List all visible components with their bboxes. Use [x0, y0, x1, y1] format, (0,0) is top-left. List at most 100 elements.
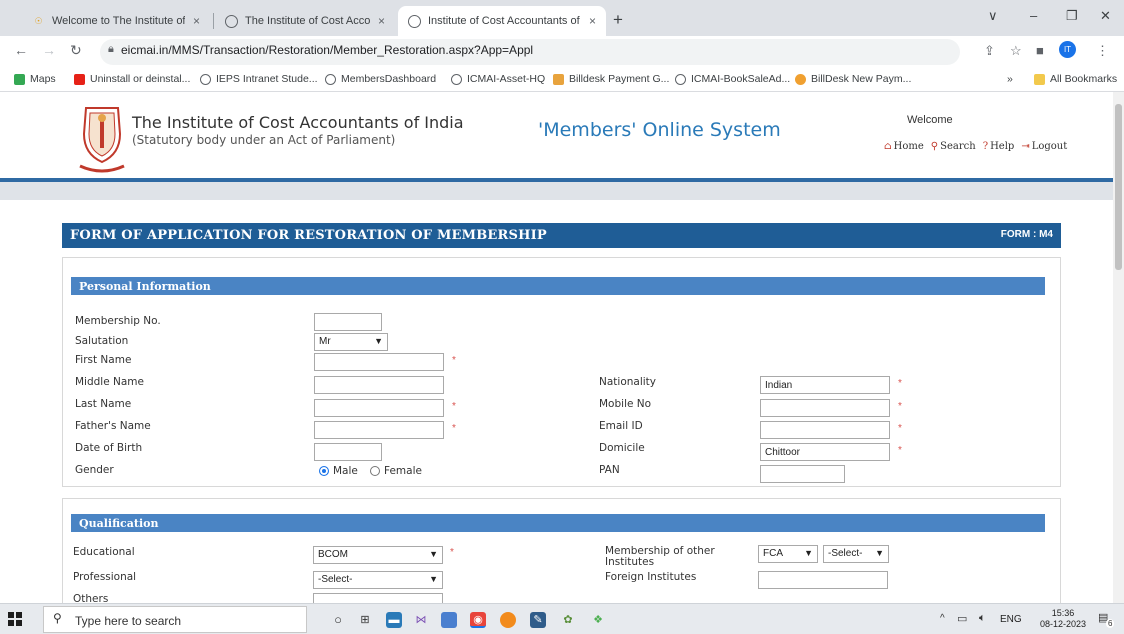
fathers-name-input[interactable] [314, 421, 444, 439]
firefox-icon[interactable] [500, 612, 516, 628]
notification-badge: 6 [1106, 619, 1115, 628]
dob-input[interactable] [314, 443, 382, 461]
salutation-select[interactable]: Mr ▼ [314, 333, 388, 351]
required-mark: * [452, 355, 456, 366]
middle-name-label: Middle Name [75, 376, 144, 388]
top-links: ⌂ Home ⚲ Search ? Help ⇥ Logout [884, 141, 1067, 152]
gender-male-label: Male [333, 465, 358, 477]
lock-icon[interactable]: 🔒︎ [108, 43, 114, 56]
tab-active-restoration[interactable]: Institute of Cost Accountants of × [398, 6, 606, 36]
pan-label: PAN [599, 464, 620, 476]
gender-female-radio[interactable] [370, 466, 380, 476]
chevron-down-icon: ▼ [429, 549, 438, 559]
help-link[interactable]: ? Help [983, 141, 1015, 152]
bookmark-billdesk-new[interactable]: BillDesk New Paym... [795, 73, 911, 85]
bookmark-booksale[interactable]: ICMAI-BookSaleAd... [675, 73, 790, 85]
scrollbar-thumb[interactable] [1115, 104, 1122, 270]
required-mark: * [898, 378, 902, 389]
middle-name-input[interactable] [314, 376, 444, 394]
volume-icon[interactable]: 🔈︎ [979, 612, 986, 625]
task-view-icon[interactable]: ⊞ [357, 612, 373, 628]
reload-icon[interactable]: ↻ [70, 42, 82, 59]
restore-button[interactable]: ❐ [1066, 8, 1078, 24]
chrome-icon[interactable]: ◉ [470, 612, 486, 628]
search-link[interactable]: ⚲ Search [931, 141, 976, 152]
cortana-icon[interactable]: ○ [330, 612, 346, 628]
bookmark-ieps[interactable]: IEPS Intranet Stude... [200, 73, 318, 85]
clock[interactable]: 15:36 08-12-2023 [1040, 608, 1086, 630]
gender-label: Gender [75, 464, 114, 476]
notepad-icon[interactable]: ✎ [530, 612, 546, 628]
tray-chevron-icon[interactable]: ^ [940, 613, 945, 624]
others-input[interactable] [313, 593, 443, 603]
back-arrow-icon[interactable]: ← [14, 42, 28, 58]
close-window-button[interactable]: ✕ [1100, 8, 1111, 24]
tab-close-icon[interactable]: × [589, 14, 596, 28]
educational-select[interactable]: BCOM ▼ [313, 546, 443, 564]
tab-welcome[interactable]: ☉ Welcome to The Institute of Cos × [22, 6, 210, 36]
pan-input[interactable] [760, 465, 845, 483]
folder-icon [1034, 73, 1045, 85]
email-input[interactable] [760, 421, 890, 439]
tab-bar: ☉ Welcome to The Institute of Cos × The … [0, 0, 1124, 36]
required-mark: * [898, 423, 902, 434]
bookmark-star-icon[interactable]: ☆ [1010, 43, 1022, 59]
tab-search-icon[interactable]: ∨ [988, 8, 998, 24]
paint-icon[interactable]: ✿ [560, 612, 576, 628]
first-name-input[interactable] [314, 353, 444, 371]
fathers-name-label: Father's Name [75, 420, 151, 432]
forward-arrow-icon[interactable]: → [42, 42, 56, 58]
tab-close-icon[interactable]: × [193, 14, 200, 28]
network-icon[interactable]: ▭ [957, 612, 967, 625]
url-text[interactable]: eicmai.in/MMS/Transaction/Restoration/Me… [121, 43, 533, 57]
bookmark-members-dashboard[interactable]: MembersDashboard [325, 73, 436, 85]
windows-start-icon[interactable] [8, 612, 22, 626]
all-bookmarks[interactable]: All Bookmarks [1034, 73, 1117, 85]
file-explorer-icon[interactable]: ▬ [386, 612, 402, 628]
header-band [0, 182, 1113, 200]
institute-favicon-icon: ☉ [34, 15, 43, 26]
bookmark-billdesk-payment[interactable]: Billdesk Payment G... [553, 73, 669, 85]
tab-close-icon[interactable]: × [378, 14, 385, 28]
first-name-label: First Name [75, 354, 132, 366]
side-panel-icon[interactable]: ■ [1036, 43, 1044, 58]
form-header: FORM OF APPLICATION FOR RESTORATION OF M… [62, 223, 1061, 248]
tab-institute[interactable]: The Institute of Cost Accountant × [215, 6, 395, 36]
last-name-input[interactable] [314, 399, 444, 417]
visual-studio-icon[interactable]: ⋈ [413, 612, 429, 628]
mobile-input[interactable] [760, 399, 890, 417]
bookmark-maps[interactable]: Maps [14, 73, 56, 85]
home-link[interactable]: ⌂ Home [884, 141, 924, 152]
profile-avatar[interactable]: IT [1059, 41, 1076, 58]
minimize-button[interactable]: – [1030, 8, 1037, 23]
new-tab-button[interactable]: + [613, 10, 623, 30]
gender-male-radio[interactable] [319, 466, 329, 476]
dob-label: Date of Birth [75, 442, 143, 454]
foreign-institutes-input[interactable] [758, 571, 888, 589]
membership-other-select-1[interactable]: FCA ▼ [758, 545, 818, 563]
billdesk-icon [553, 73, 564, 85]
required-mark: * [450, 547, 454, 558]
nationality-input[interactable]: Indian [760, 376, 890, 394]
share-icon[interactable]: ⇪ [984, 43, 995, 59]
membership-other-select-2[interactable]: -Select- ▼ [823, 545, 889, 563]
professional-select[interactable]: -Select- ▼ [313, 571, 443, 589]
globe-icon [325, 73, 336, 85]
professional-label: Professional [73, 571, 137, 583]
search-icon: ⚲ [930, 141, 939, 152]
membership-no-input[interactable] [314, 313, 382, 331]
menu-dots-icon[interactable]: ⋮ [1096, 43, 1109, 59]
domicile-input[interactable]: Chittoor [760, 443, 890, 461]
bookmarks-overflow-button[interactable]: » [1007, 73, 1013, 85]
app-icon[interactable]: ❖ [590, 612, 606, 628]
mobile-label: Mobile No [599, 398, 652, 410]
educational-label: Educational [73, 546, 135, 558]
bookmark-uninstall[interactable]: Uninstall or deinstal... [74, 73, 190, 85]
bookmark-asset-hq[interactable]: ICMAI-Asset-HQ [451, 73, 545, 85]
app-icon[interactable] [441, 612, 457, 628]
system-title: 'Members' Online System [538, 119, 781, 141]
qualification-section-header: Qualification [71, 514, 1045, 532]
nationality-label: Nationality [599, 376, 657, 388]
logout-link[interactable]: ⇥ Logout [1021, 141, 1067, 152]
language-indicator[interactable]: ENG [1000, 614, 1022, 625]
